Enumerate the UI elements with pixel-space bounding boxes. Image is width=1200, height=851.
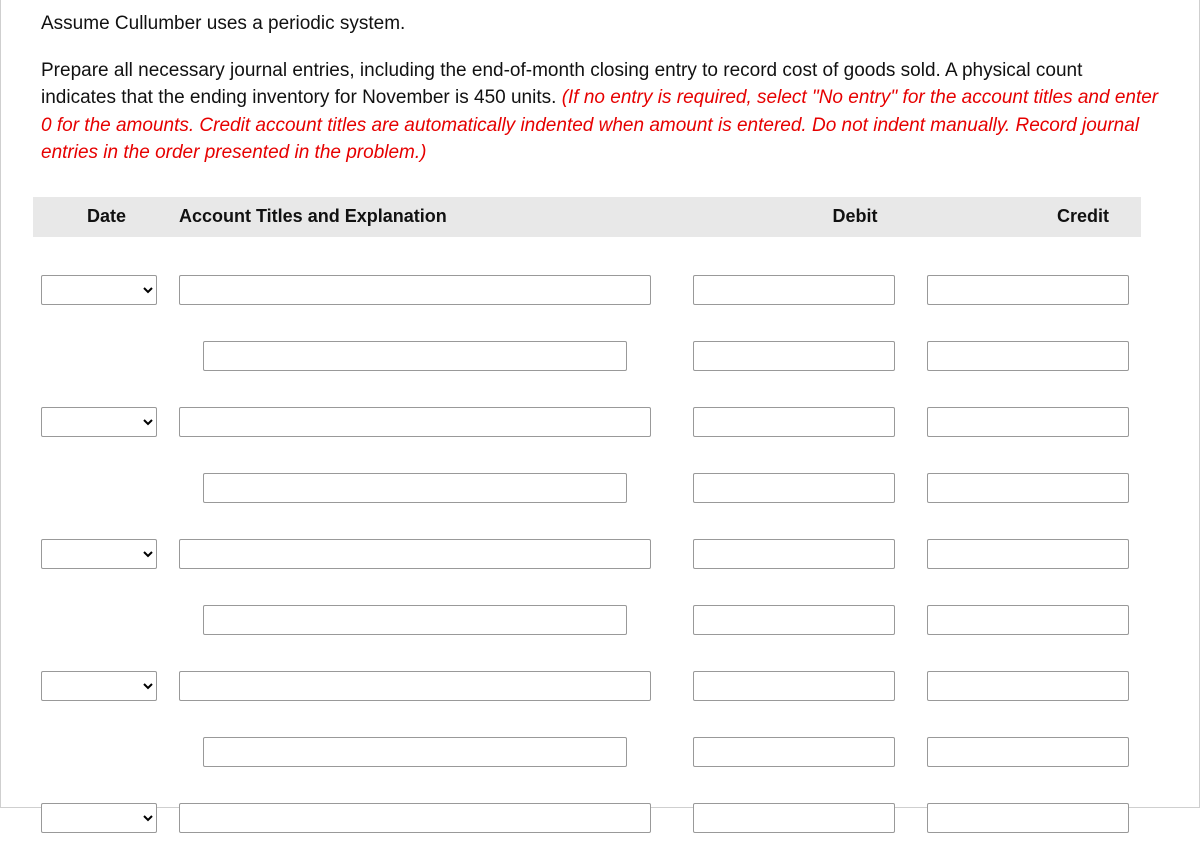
account-input[interactable]: [179, 671, 651, 701]
cell-credit: [919, 407, 1141, 437]
cell-account: [179, 341, 685, 371]
cell-debit: [685, 275, 919, 305]
cell-credit: [919, 275, 1141, 305]
page: Assume Cullumber uses a periodic system.…: [0, 0, 1200, 808]
cell-account: [179, 737, 685, 767]
debit-input[interactable]: [693, 605, 895, 635]
table-row: [33, 653, 1141, 719]
header-account: Account Titles and Explanation: [179, 206, 685, 227]
account-input[interactable]: [179, 275, 651, 305]
date-spacer: [41, 473, 157, 503]
credit-input[interactable]: [927, 605, 1129, 635]
cell-account: [179, 803, 685, 833]
account-input[interactable]: [203, 605, 627, 635]
table-row: [33, 257, 1141, 323]
cell-debit: [685, 605, 919, 635]
cell-date: [33, 803, 179, 833]
cell-debit: [685, 671, 919, 701]
cell-debit: [685, 473, 919, 503]
debit-input[interactable]: [693, 473, 895, 503]
table-row: [33, 719, 1141, 785]
header-debit: Debit: [685, 206, 919, 227]
debit-input[interactable]: [693, 671, 895, 701]
header-credit: Credit: [919, 206, 1141, 227]
table-row: [33, 785, 1141, 851]
intro-block: Prepare all necessary journal entries, i…: [41, 57, 1159, 167]
cell-debit: [685, 407, 919, 437]
table-row: [33, 587, 1141, 653]
date-select[interactable]: [41, 803, 157, 833]
credit-input[interactable]: [927, 803, 1129, 833]
account-input[interactable]: [203, 341, 627, 371]
cell-date: [33, 737, 179, 767]
cell-credit: [919, 803, 1141, 833]
date-spacer: [41, 341, 157, 371]
date-select[interactable]: [41, 275, 157, 305]
cell-credit: [919, 473, 1141, 503]
debit-input[interactable]: [693, 539, 895, 569]
table-row: [33, 323, 1141, 389]
cell-date: [33, 275, 179, 305]
cell-date: [33, 341, 179, 371]
account-input[interactable]: [179, 407, 651, 437]
cell-credit: [919, 539, 1141, 569]
date-spacer: [41, 605, 157, 635]
cell-account: [179, 539, 685, 569]
debit-input[interactable]: [693, 737, 895, 767]
account-input[interactable]: [203, 473, 627, 503]
table-row: [33, 521, 1141, 587]
cell-debit: [685, 803, 919, 833]
cell-date: [33, 407, 179, 437]
credit-input[interactable]: [927, 737, 1129, 767]
cell-date: [33, 473, 179, 503]
cell-credit: [919, 737, 1141, 767]
intro-line-1: Assume Cullumber uses a periodic system.: [41, 10, 1159, 38]
journal-entry-table: Date Account Titles and Explanation Debi…: [33, 197, 1141, 851]
debit-input[interactable]: [693, 407, 895, 437]
table-body: [33, 237, 1141, 851]
cell-account: [179, 605, 685, 635]
cell-account: [179, 407, 685, 437]
debit-input[interactable]: [693, 803, 895, 833]
date-spacer: [41, 737, 157, 767]
cell-account: [179, 473, 685, 503]
debit-input[interactable]: [693, 275, 895, 305]
cell-date: [33, 539, 179, 569]
credit-input[interactable]: [927, 407, 1129, 437]
account-input[interactable]: [179, 803, 651, 833]
cell-debit: [685, 539, 919, 569]
cell-date: [33, 605, 179, 635]
cell-debit: [685, 737, 919, 767]
header-date: Date: [33, 206, 179, 227]
account-input[interactable]: [179, 539, 651, 569]
credit-input[interactable]: [927, 671, 1129, 701]
credit-input[interactable]: [927, 341, 1129, 371]
credit-input[interactable]: [927, 473, 1129, 503]
date-select[interactable]: [41, 539, 157, 569]
debit-input[interactable]: [693, 341, 895, 371]
cell-credit: [919, 671, 1141, 701]
table-row: [33, 389, 1141, 455]
date-select[interactable]: [41, 671, 157, 701]
cell-date: [33, 671, 179, 701]
table-header: Date Account Titles and Explanation Debi…: [33, 197, 1141, 237]
cell-credit: [919, 341, 1141, 371]
table-row: [33, 455, 1141, 521]
credit-input[interactable]: [927, 275, 1129, 305]
account-input[interactable]: [203, 737, 627, 767]
cell-debit: [685, 341, 919, 371]
cell-account: [179, 275, 685, 305]
date-select[interactable]: [41, 407, 157, 437]
credit-input[interactable]: [927, 539, 1129, 569]
cell-credit: [919, 605, 1141, 635]
cell-account: [179, 671, 685, 701]
